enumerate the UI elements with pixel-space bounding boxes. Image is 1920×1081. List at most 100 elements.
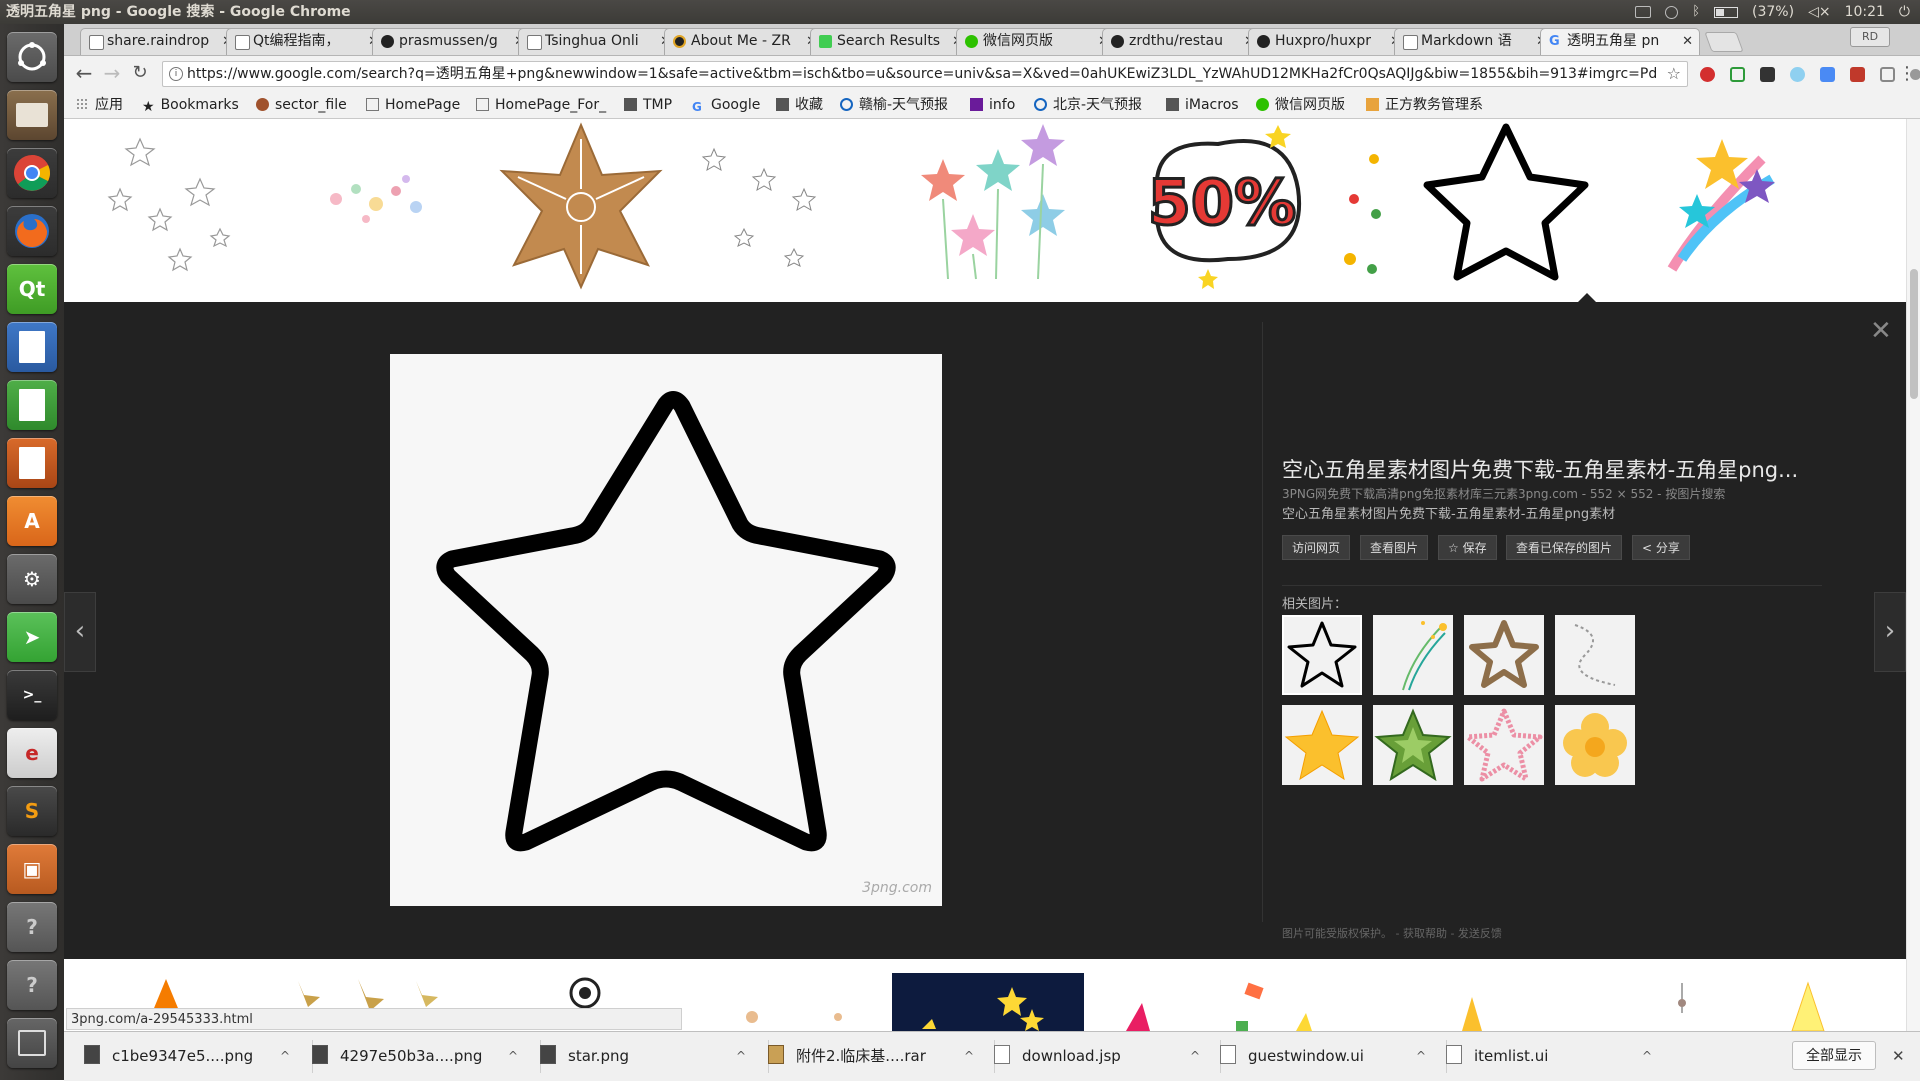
image-result[interactable] <box>80 119 266 291</box>
close-icon[interactable]: ✕ <box>1870 316 1892 346</box>
tab-prasmussen[interactable]: prasmussen/g ✕ <box>372 28 532 55</box>
image-result[interactable] <box>1612 119 1808 291</box>
chevron-up-icon[interactable]: ^ <box>280 1032 290 1081</box>
bookmark-star-icon[interactable]: ☆ <box>1667 62 1681 86</box>
download-item[interactable]: download.jsp ^ <box>994 1032 1204 1081</box>
volume-icon[interactable]: ◁× <box>1808 0 1831 24</box>
wifi-icon[interactable] <box>1665 5 1679 19</box>
related-image[interactable] <box>1373 705 1453 785</box>
launcher-calc-icon[interactable] <box>7 380 57 430</box>
tab-markdown[interactable]: Markdown 语 ✕ <box>1394 28 1554 55</box>
image-result[interactable] <box>892 973 1084 1031</box>
reload-button[interactable]: ↻ <box>128 62 152 86</box>
chevron-up-icon[interactable]: ^ <box>1190 1032 1200 1081</box>
bookmark-bookmarks[interactable]: ★ Bookmarks <box>142 92 239 118</box>
bookmark-homepage-for[interactable]: HomePage_For_ <box>476 92 606 118</box>
menu-icon[interactable]: ⋮ <box>1898 63 1916 84</box>
keyboard-icon[interactable] <box>1635 6 1652 18</box>
tab-huxpro[interactable]: Huxpro/huxpr ✕ <box>1248 28 1408 55</box>
launcher-qt-icon[interactable]: Qt <box>7 264 57 314</box>
previous-image-button[interactable]: ‹ <box>64 592 96 672</box>
chevron-up-icon[interactable]: ^ <box>508 1032 518 1081</box>
launcher-dash-icon[interactable] <box>7 32 57 82</box>
chevron-up-icon[interactable]: ^ <box>964 1032 974 1081</box>
image-result[interactable] <box>488 119 674 291</box>
power-icon[interactable]: ⏻ <box>1899 0 1910 24</box>
launcher-unknown-app-icon[interactable]: ? <box>7 902 57 952</box>
launcher-sublime-icon[interactable]: S <box>7 786 57 836</box>
bookmark-info[interactable]: info <box>970 92 1015 118</box>
bookmark-wechat[interactable]: 微信网页版 <box>1256 92 1345 118</box>
bluetooth-icon[interactable]: ᛒ <box>1692 0 1700 24</box>
related-image[interactable] <box>1282 705 1362 785</box>
download-item[interactable]: 4297e50b3a....png ^ <box>312 1032 522 1081</box>
tab-wechat[interactable]: 微信网页版 ✕ <box>956 28 1116 55</box>
bookmark-beijing-weather[interactable]: 北京-天气预报 <box>1034 92 1142 118</box>
image-result[interactable] <box>1096 973 1382 1031</box>
translate-extension-icon[interactable] <box>1820 67 1835 82</box>
launcher-chrome-icon[interactable] <box>7 148 57 198</box>
image-result[interactable]: 50% <box>1128 119 1314 291</box>
tab-share-raindrop[interactable]: share.raindrop ✕ <box>80 28 240 55</box>
visit-page-button[interactable]: 访问网页 <box>1282 535 1351 560</box>
address-url[interactable]: https://www.google.com/search?q=透明五角星+pn… <box>187 62 1657 86</box>
image-result[interactable] <box>1394 973 1548 1031</box>
image-result[interactable] <box>868 119 1118 291</box>
next-image-button[interactable]: › <box>1874 592 1906 672</box>
image-result-selected[interactable] <box>1410 119 1602 291</box>
download-item[interactable]: itemlist.ui ^ <box>1446 1032 1656 1081</box>
bookmark-apps[interactable]: 应用 <box>76 92 123 118</box>
image-result[interactable] <box>1728 973 1888 1031</box>
adblock-extension-icon[interactable] <box>1700 67 1715 82</box>
download-item[interactable]: star.png ^ <box>540 1032 750 1081</box>
info-icon[interactable]: i <box>169 67 183 81</box>
tab-tsinghua[interactable]: Tsinghua Onli ✕ <box>518 28 678 55</box>
launcher-files-icon[interactable] <box>7 90 57 140</box>
profile-button[interactable]: RD <box>1850 27 1890 47</box>
launcher-unknown-app-icon[interactable]: ? <box>7 960 57 1010</box>
bookmark-sector-file[interactable]: sector_file <box>256 92 347 118</box>
clock[interactable]: 10:21 <box>1845 0 1885 24</box>
image-result[interactable] <box>720 973 880 1031</box>
related-image[interactable] <box>1282 615 1362 695</box>
chevron-up-icon[interactable]: ^ <box>1416 1032 1426 1081</box>
tab-google-image-search[interactable]: G 透明五角星 pn ✕ <box>1540 28 1700 55</box>
launcher-writer-icon[interactable] <box>7 322 57 372</box>
related-image[interactable] <box>1555 705 1635 785</box>
launcher-reader-icon[interactable]: e <box>7 728 57 778</box>
blue-circle-extension-icon[interactable] <box>1790 67 1805 82</box>
gray-extension-icon[interactable] <box>1880 67 1895 82</box>
green-extension-icon[interactable] <box>1730 67 1745 82</box>
launcher-software-center-icon[interactable]: A <box>7 496 57 546</box>
launcher-image-viewer-icon[interactable]: ▣ <box>7 844 57 894</box>
launcher-settings-icon[interactable]: ⚙ <box>7 554 57 604</box>
bookmark-google[interactable]: G Google <box>692 92 760 118</box>
download-item[interactable]: c1be9347e5....png ^ <box>84 1032 294 1081</box>
back-button[interactable]: ← <box>72 62 96 86</box>
launcher-terminal-icon[interactable]: >_ <box>7 670 57 720</box>
bookmark-academic-system[interactable]: 正方教务管理系 <box>1366 92 1483 118</box>
bookmark-homepage[interactable]: HomePage <box>366 92 460 118</box>
battery-icon[interactable] <box>1714 6 1739 18</box>
dark-extension-icon[interactable] <box>1760 67 1775 82</box>
close-shelf-icon[interactable]: ✕ <box>1892 1032 1905 1081</box>
view-saved-images-button[interactable]: 查看已保存的图片 <box>1506 535 1623 560</box>
close-tab-icon[interactable]: ✕ <box>1682 29 1693 54</box>
related-image[interactable] <box>1464 615 1544 695</box>
tab-zrdthu[interactable]: zrdthu/restau ✕ <box>1102 28 1262 55</box>
tab-search-results[interactable]: Search Results ✕ <box>810 28 970 55</box>
launcher-impress-icon[interactable] <box>7 438 57 488</box>
launcher-trash-icon[interactable] <box>7 1018 57 1068</box>
bookmark-folder-favorites[interactable]: 收藏 <box>776 92 823 118</box>
show-all-downloads-button[interactable]: 全部显示 <box>1792 1041 1876 1070</box>
scrollbar-thumb[interactable] <box>1910 269 1918 399</box>
bookmark-ganyu-weather[interactable]: 赣榆-天气预报 <box>840 92 948 118</box>
address-bar[interactable]: i https://www.google.com/search?q=透明五角星+… <box>162 61 1688 87</box>
bookmark-folder-imacros[interactable]: iMacros <box>1166 92 1239 118</box>
image-source-info[interactable]: 3PNG网免费下载高清png免抠素材库三元素3png.com - 552 × 5… <box>1282 485 1725 502</box>
bookmark-folder-tmp[interactable]: TMP <box>624 92 672 118</box>
related-image[interactable] <box>1373 615 1453 695</box>
share-button[interactable]: < 分享 <box>1632 535 1690 560</box>
red-extension-icon[interactable] <box>1850 67 1865 82</box>
tab-about-me[interactable]: About Me - ZR ✕ <box>664 28 824 55</box>
